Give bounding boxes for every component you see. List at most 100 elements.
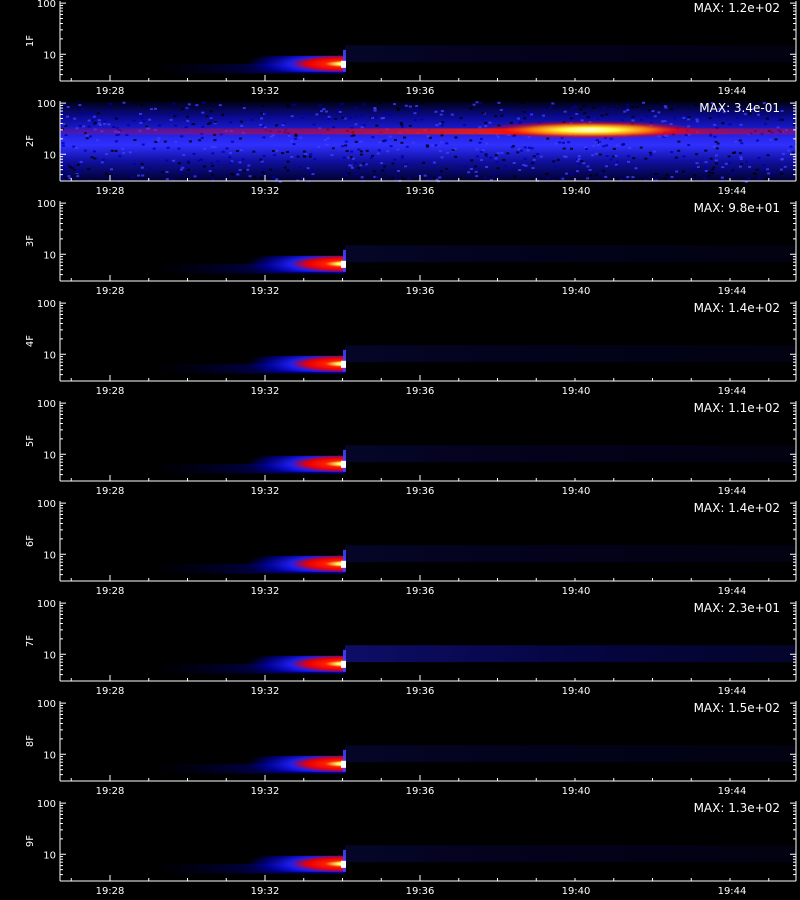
noise-speck [66, 163, 70, 166]
noise-speck [391, 176, 395, 179]
x-tick-label: 19:28 [96, 686, 125, 697]
noise-speck [495, 161, 499, 164]
noise-speck [247, 164, 251, 167]
noise-speck [229, 121, 233, 124]
noise-speck [532, 158, 536, 161]
noise-speck [420, 118, 424, 121]
noise-speck [709, 134, 713, 137]
noise-speck [338, 110, 342, 113]
noise-speck [714, 154, 718, 157]
noise-speck [531, 167, 535, 170]
noise-speck [114, 149, 118, 152]
noise-speck [570, 173, 574, 176]
noise-speck [454, 136, 458, 139]
noise-speck [727, 155, 731, 158]
noise-speck [497, 172, 501, 175]
noise-speck [169, 118, 173, 121]
noise-speck [724, 162, 728, 165]
noise-speck [66, 115, 70, 118]
noise-speck [62, 168, 66, 171]
noise-speck [128, 151, 132, 154]
noise-speck [185, 108, 189, 111]
noise-speck [304, 153, 308, 156]
noise-speck [769, 138, 773, 141]
noise-speck [648, 151, 652, 154]
x-tick-label: 19:28 [96, 286, 125, 297]
noise-speck [209, 110, 213, 113]
noise-speck [440, 110, 444, 113]
noise-speck [259, 176, 263, 179]
noise-speck [626, 155, 630, 158]
noise-speck [239, 137, 243, 140]
noise-speck [477, 168, 481, 171]
noise-speck [647, 109, 651, 112]
noise-speck [281, 152, 285, 155]
noise-speck [375, 124, 379, 127]
noise-speck [161, 171, 165, 174]
noise-speck [96, 139, 100, 142]
noise-speck [285, 103, 289, 106]
max-label: MAX: 1.2e+02 [694, 1, 780, 15]
noise-speck [260, 117, 264, 120]
noise-speck [294, 134, 298, 137]
noise-speck [503, 101, 507, 104]
noise-speck [415, 108, 419, 111]
noise-speck [626, 176, 630, 179]
noise-speck [783, 165, 787, 168]
noise-speck [740, 163, 744, 166]
noise-speck [242, 107, 246, 110]
noise-speck [85, 134, 89, 137]
panel-6f: 10 100 19:28 19:32 19:36 19:40 19:44 6F MAX: 1.4… [0, 499, 800, 600]
noise-speck [733, 151, 737, 154]
noise-speck [542, 114, 546, 117]
noise-speck [359, 153, 363, 156]
noise-speck [259, 123, 263, 126]
noise-speck [576, 160, 580, 163]
noise-speck [708, 117, 712, 120]
noise-speck [714, 159, 718, 162]
spectrogram-image [150, 545, 796, 574]
y-tick-label: 100 [37, 299, 56, 310]
noise-speck [378, 141, 382, 144]
noise-speck [181, 166, 185, 169]
noise-speck [484, 155, 488, 158]
noise-speck [596, 117, 600, 120]
x-tick-label: 19:44 [718, 886, 747, 897]
noise-speck [228, 156, 232, 159]
noise-speck [451, 149, 455, 152]
noise-speck [579, 108, 583, 111]
noise-speck [380, 117, 384, 120]
noise-speck [586, 165, 590, 168]
noise-speck [300, 117, 304, 120]
burst-core [341, 760, 346, 768]
noise-speck [712, 166, 716, 169]
burst-core [341, 460, 346, 468]
noise-speck [184, 126, 188, 129]
noise-speck [407, 177, 411, 180]
noise-speck [73, 117, 77, 120]
channel-label: 8F [25, 735, 36, 747]
noise-speck [118, 155, 122, 158]
noise-speck [780, 118, 784, 121]
burst-core [341, 260, 346, 268]
noise-speck [612, 147, 616, 150]
noise-speck [518, 169, 522, 172]
noise-speck [425, 144, 429, 147]
noise-speck [459, 117, 463, 120]
noise-speck [489, 156, 493, 159]
noise-speck [623, 110, 627, 113]
noise-speck [177, 172, 181, 175]
noise-speck [567, 141, 571, 144]
noise-speck [221, 113, 225, 116]
noise-speck [595, 173, 599, 176]
noise-speck [264, 112, 268, 115]
noise-speck [439, 141, 443, 144]
x-tick-label: 19:32 [251, 886, 280, 897]
noise-speck [420, 102, 424, 105]
noise-speck [286, 105, 290, 108]
noise-speck [440, 156, 444, 159]
channel-label: 2F [25, 135, 36, 147]
noise-speck [631, 106, 635, 109]
noise-speck [384, 111, 388, 114]
noise-speck [596, 143, 600, 146]
